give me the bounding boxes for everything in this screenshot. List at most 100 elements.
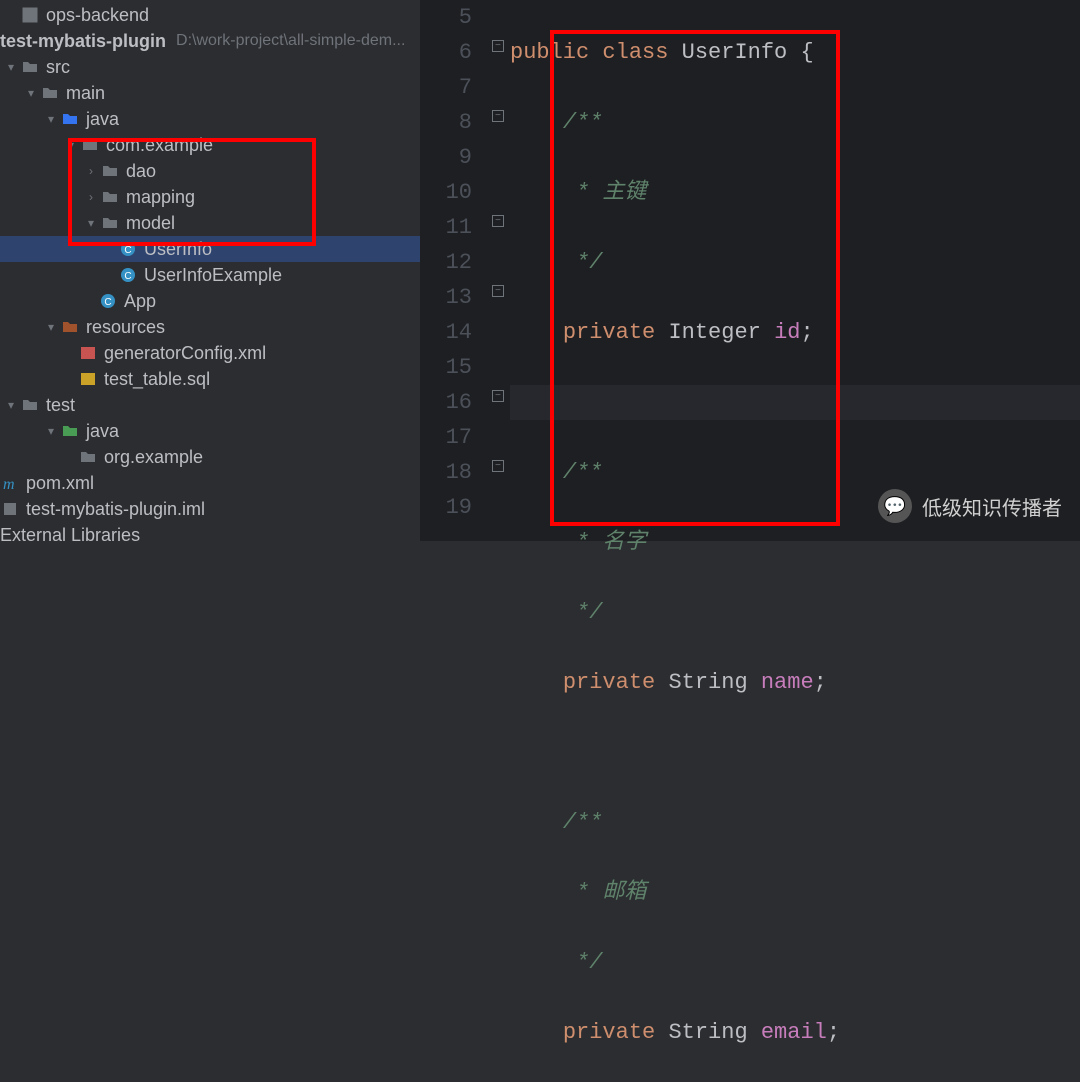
code-content[interactable]: public class UserInfo { /** * 主键 */ priv… — [510, 0, 1080, 541]
iml-icon — [20, 6, 40, 24]
chevron-down-icon: ▾ — [44, 418, 58, 444]
line-number: 13 — [420, 280, 472, 315]
tree-item-sql[interactable]: test_table.sql — [0, 366, 420, 392]
line-number: 8 — [420, 105, 472, 140]
line-number: 16 — [420, 385, 472, 420]
tree-label: test-mybatis-plugin.iml — [26, 496, 205, 522]
tree-label: UserInfoExample — [144, 262, 282, 288]
chevron-down-icon: ▾ — [44, 106, 58, 132]
tree-item-pom[interactable]: m pom.xml — [0, 470, 420, 496]
field: name — [761, 670, 814, 695]
fold-icon[interactable]: − — [492, 390, 504, 402]
line-number-gutter: 5 6 7 8 9 10 11 12 13 14 15 16 17 18 19 — [420, 0, 490, 541]
speech-icon: 💬 — [878, 489, 912, 523]
fold-icon[interactable]: − — [492, 460, 504, 472]
resources-folder-icon — [60, 318, 80, 336]
tree-label: main — [66, 80, 105, 106]
comment: * 邮箱 — [563, 880, 647, 905]
tree-label: java — [86, 106, 119, 132]
tree-item-project[interactable]: test-mybatis-plugin D:\work-project\all-… — [0, 28, 420, 54]
tree-item-extlibs[interactable]: External Libraries — [0, 522, 420, 548]
tree-item-test-java[interactable]: ▾ java — [0, 418, 420, 444]
package-icon — [80, 136, 100, 154]
line-number: 10 — [420, 175, 472, 210]
line-number: 19 — [420, 490, 472, 525]
folder-icon — [20, 396, 40, 414]
type: String — [668, 670, 747, 695]
xml-icon — [78, 344, 98, 362]
line-number: 7 — [420, 70, 472, 105]
tree-item-app[interactable]: C App — [0, 288, 420, 314]
comment: /** — [563, 810, 603, 835]
tree-item-src[interactable]: ▾ src — [0, 54, 420, 80]
tree-item-userinfoexample[interactable]: C UserInfoExample — [0, 262, 420, 288]
line-number: 6 — [420, 35, 472, 70]
tree-label: com.example — [106, 132, 213, 158]
fold-icon[interactable]: − — [492, 215, 504, 227]
tree-item-userinfo[interactable]: C UserInfo — [0, 236, 420, 262]
tree-label: App — [124, 288, 156, 314]
field: id — [774, 320, 800, 345]
tree-label: ops-backend — [46, 2, 149, 28]
chevron-right-icon: › — [84, 158, 98, 184]
tree-label: UserInfo — [144, 236, 212, 262]
tree-label: test — [46, 392, 75, 418]
comment: */ — [563, 250, 603, 275]
package-icon — [100, 214, 120, 232]
fold-icon[interactable]: − — [492, 285, 504, 297]
watermark-text: 低级知识传播者 — [922, 492, 1062, 521]
tree-label: test_table.sql — [104, 366, 210, 392]
svg-text:C: C — [124, 271, 131, 282]
comment: * 主键 — [563, 180, 647, 205]
tree-item-package[interactable]: ▾ com.example — [0, 132, 420, 158]
tree-item-dao[interactable]: › dao — [0, 158, 420, 184]
line-number: 18 — [420, 455, 472, 490]
chevron-down-icon: ▾ — [4, 54, 18, 80]
chevron-down-icon: ▾ — [64, 132, 78, 158]
package-icon — [78, 448, 98, 466]
tree-item-mapping[interactable]: › mapping — [0, 184, 420, 210]
maven-icon: m — [0, 474, 20, 492]
tree-item-main[interactable]: ▾ main — [0, 80, 420, 106]
tree-label: java — [86, 418, 119, 444]
class-name: UserInfo — [682, 40, 788, 65]
keyword: private — [563, 670, 655, 695]
tree-item-model[interactable]: ▾ model — [0, 210, 420, 236]
tree-label: External Libraries — [0, 522, 140, 548]
line-number: 12 — [420, 245, 472, 280]
test-folder-icon — [60, 422, 80, 440]
comment: * 名字 — [563, 530, 647, 555]
fold-icon[interactable]: − — [492, 110, 504, 122]
tree-item-java[interactable]: ▾ java — [0, 106, 420, 132]
tree-label: resources — [86, 314, 165, 340]
project-path: D:\work-project\all-simple-dem... — [176, 28, 405, 54]
keyword: public — [510, 40, 589, 65]
tree-item-resources[interactable]: ▾ resources — [0, 314, 420, 340]
package-icon — [100, 188, 120, 206]
type: String — [668, 1020, 747, 1045]
project-tree[interactable]: ops-backend test-mybatis-plugin D:\work-… — [0, 0, 420, 541]
sql-icon — [78, 370, 98, 388]
line-number: 17 — [420, 420, 472, 455]
tree-item-orgexample[interactable]: org.example — [0, 444, 420, 470]
fold-icon[interactable]: − — [492, 40, 504, 52]
tree-item-xml[interactable]: generatorConfig.xml — [0, 340, 420, 366]
comment: /** — [563, 110, 603, 135]
source-folder-icon — [60, 110, 80, 128]
tree-item-iml[interactable]: test-mybatis-plugin.iml — [0, 496, 420, 522]
tree-item-top[interactable]: ops-backend — [0, 2, 420, 28]
line-number: 5 — [420, 0, 472, 35]
iml-icon — [0, 500, 20, 518]
comment: */ — [563, 950, 603, 975]
semicolon: ; — [814, 670, 827, 695]
comment: /** — [563, 460, 603, 485]
tree-item-test[interactable]: ▾ test — [0, 392, 420, 418]
code-editor[interactable]: 5 6 7 8 9 10 11 12 13 14 15 16 17 18 19 … — [420, 0, 1080, 541]
tree-label: pom.xml — [26, 470, 94, 496]
tree-label: generatorConfig.xml — [104, 340, 266, 366]
keyword: private — [563, 320, 655, 345]
semicolon: ; — [800, 320, 813, 345]
chevron-down-icon: ▾ — [24, 80, 38, 106]
chevron-down-icon: ▾ — [84, 210, 98, 236]
chevron-down-icon: ▾ — [4, 392, 18, 418]
